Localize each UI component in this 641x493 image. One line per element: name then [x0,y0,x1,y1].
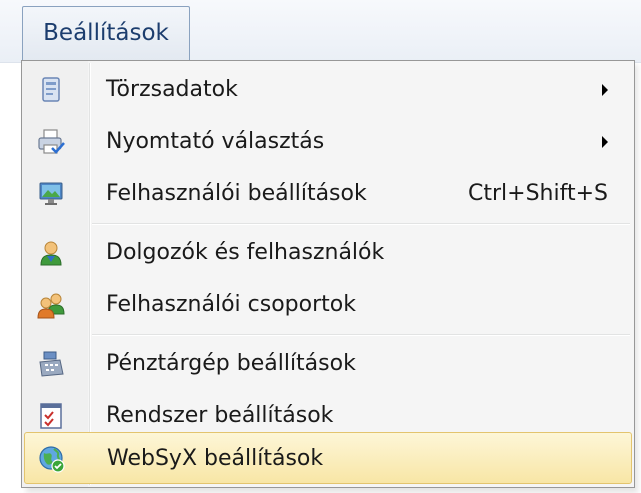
menu-item-nyomtato-valasztas[interactable]: Nyomtató választás [24,116,632,168]
menu-item-label: Dolgozók és felhasználók [106,240,385,265]
menu-item-felhasznaloi-csoportok[interactable]: Felhasználói csoportok [24,279,632,331]
menu-separator [92,334,630,335]
menu-item-label: Felhasználói beállítások [106,181,367,206]
menu-item-label: Törzsadatok [106,77,238,102]
menu-item-penztargep-beallitasok[interactable]: Pénztárgép beállítások [24,338,632,390]
menu-separator [92,223,630,224]
menu-item-websyx-beallitasok[interactable]: WebSyX beállítások [24,432,632,484]
menu-item-shortcut: Ctrl+Shift+S [468,181,608,206]
menu-item-label: Felhasználói csoportok [106,292,356,317]
menu-item-label: WebSyX beállítások [107,446,324,471]
user-icon [36,238,66,268]
menu-item-label: Pénztárgép beállítások [106,351,356,376]
menu-item-felhasznaloi-beallitasok[interactable]: Felhasználói beállítások Ctrl+Shift+S [24,168,632,220]
menu-bar: Beállítások [0,0,641,63]
user-group-icon [36,290,66,320]
menu-item-dolgozok-es-felhasznalok[interactable]: Dolgozók és felhasználók [24,227,632,279]
menu-beallitasok[interactable]: Beállítások [22,6,190,60]
submenu-arrow-icon [602,136,608,148]
monitor-icon [36,179,66,209]
cash-register-icon [36,349,66,379]
master-data-icon [36,75,66,105]
menu-item-label: Nyomtató választás [106,129,325,154]
globe-icon [37,444,67,474]
system-checklist-icon [36,401,66,431]
dropdown-menu: Törzsadatok Nyomtató választás Felhaszná… [21,60,635,488]
printer-icon [36,127,66,157]
menu-item-torzsadatok[interactable]: Törzsadatok [24,64,632,116]
submenu-arrow-icon [602,84,608,96]
